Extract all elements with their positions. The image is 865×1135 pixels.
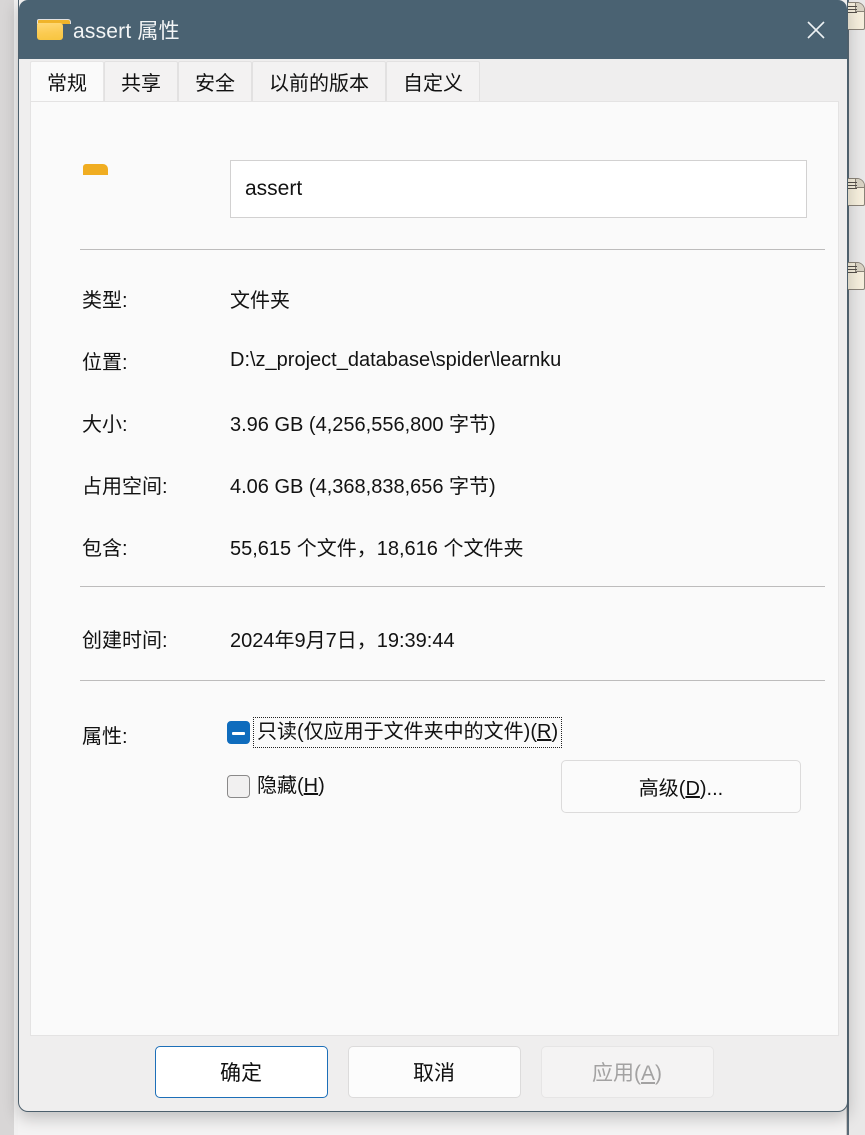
folder-icon [37, 19, 71, 40]
tab-sharing-label: 共享 [121, 73, 161, 95]
property-row-created: 创建时间: 2024年9月7日，19:39:44 [31, 624, 838, 652]
readonly-checkbox[interactable] [227, 721, 250, 744]
readonly-checkbox-label[interactable]: 只读(仅应用于文件夹中的文件)(R) [252, 717, 563, 748]
property-label-location: 位置: [82, 351, 128, 374]
tab-customize-label: 自定义 [403, 73, 463, 95]
divider-bottom [80, 680, 825, 681]
property-label-type: 类型: [82, 289, 128, 312]
hidden-checkbox[interactable] [227, 774, 250, 798]
advanced-button-tail: )... [699, 778, 724, 800]
property-row-location: 位置: D:\z_project_database\spider\learnku [31, 346, 838, 374]
folder-name-input[interactable] [230, 160, 807, 218]
tab-previous-versions[interactable]: 以前的版本 [252, 61, 386, 101]
apply-button-tail: ) [655, 1062, 662, 1085]
ok-button[interactable]: 确定 [154, 1046, 328, 1098]
tab-security-label: 安全 [195, 73, 235, 95]
property-row-type: 类型: 文件夹 [31, 284, 838, 312]
readonly-label-tail: ) [551, 721, 559, 743]
hidden-checkbox-label[interactable]: 隐藏(H) [257, 774, 325, 798]
tab-sharing[interactable]: 共享 [104, 61, 178, 101]
hidden-label-accelerator: H [303, 775, 319, 797]
apply-button-text: 应用( [591, 1062, 641, 1085]
property-value-type: 文件夹 [230, 289, 290, 312]
property-value-location: D:\z_project_database\spider\learnku [230, 348, 562, 371]
tab-security[interactable]: 安全 [178, 61, 252, 101]
tab-customize[interactable]: 自定义 [386, 61, 480, 101]
hidden-label-text: 隐藏( [257, 775, 304, 797]
background-file-thumbnail [845, 262, 865, 290]
apply-button-accelerator: A [640, 1062, 655, 1085]
property-value-contains: 55,615 个文件，18,616 个文件夹 [230, 537, 524, 560]
tab-previous-versions-label: 以前的版本 [269, 73, 369, 95]
divider-top [80, 249, 825, 250]
divider-middle [80, 586, 825, 587]
background-file-thumbnail [845, 178, 865, 206]
folder-icon-large [83, 164, 143, 220]
background-file-thumbnail [845, 2, 865, 30]
apply-button: 应用(A) [540, 1046, 714, 1098]
property-value-size: 3.96 GB (4,256,556,800 字节) [230, 413, 496, 436]
folder-properties-dialog: assert 属性 常规 共享 安全 以前的版本 自定义 类型: 文件夹 位置:… [18, 0, 848, 1112]
dialog-titlebar[interactable]: assert 属性 [19, 0, 847, 59]
attributes-label: 属性: [82, 726, 128, 748]
property-label-created: 创建时间: [82, 629, 168, 652]
advanced-button-text: 高级( [638, 778, 686, 800]
tab-general-label: 常规 [47, 73, 87, 95]
tab-strip: 常规 共享 安全 以前的版本 自定义 [19, 59, 847, 101]
property-row-size-on-disk: 占用空间: 4.06 GB (4,368,838,656 字节) [31, 470, 838, 498]
readonly-label-accelerator: R [536, 721, 552, 743]
tab-general[interactable]: 常规 [30, 61, 104, 101]
hidden-checkbox-row[interactable]: 隐藏(H) [227, 774, 325, 798]
property-row-size: 大小: 3.96 GB (4,256,556,800 字节) [31, 408, 838, 436]
close-icon[interactable] [785, 0, 847, 59]
property-value-created: 2024年9月7日，19:39:44 [230, 629, 455, 652]
property-label-size: 大小: [82, 413, 128, 436]
advanced-button[interactable]: 高级(D)... [561, 760, 801, 813]
property-label-contains: 包含: [82, 537, 128, 560]
property-value-size-on-disk: 4.06 GB (4,368,838,656 字节) [230, 475, 496, 498]
dialog-footer: 确定 取消 应用(A) [19, 1046, 847, 1111]
advanced-button-accelerator: D [685, 778, 700, 800]
property-row-contains: 包含: 55,615 个文件，18,616 个文件夹 [31, 532, 838, 560]
hidden-label-tail: ) [318, 775, 325, 797]
readonly-label-text: 只读(仅应用于文件夹中的文件)( [257, 721, 537, 743]
cancel-button[interactable]: 取消 [347, 1046, 521, 1098]
general-tab-panel: 类型: 文件夹 位置: D:\z_project_database\spider… [30, 101, 839, 1036]
readonly-checkbox-row[interactable]: 只读(仅应用于文件夹中的文件)(R) [227, 717, 563, 748]
property-label-size-on-disk: 占用空间: [82, 475, 168, 498]
dialog-title: assert 属性 [73, 19, 180, 43]
